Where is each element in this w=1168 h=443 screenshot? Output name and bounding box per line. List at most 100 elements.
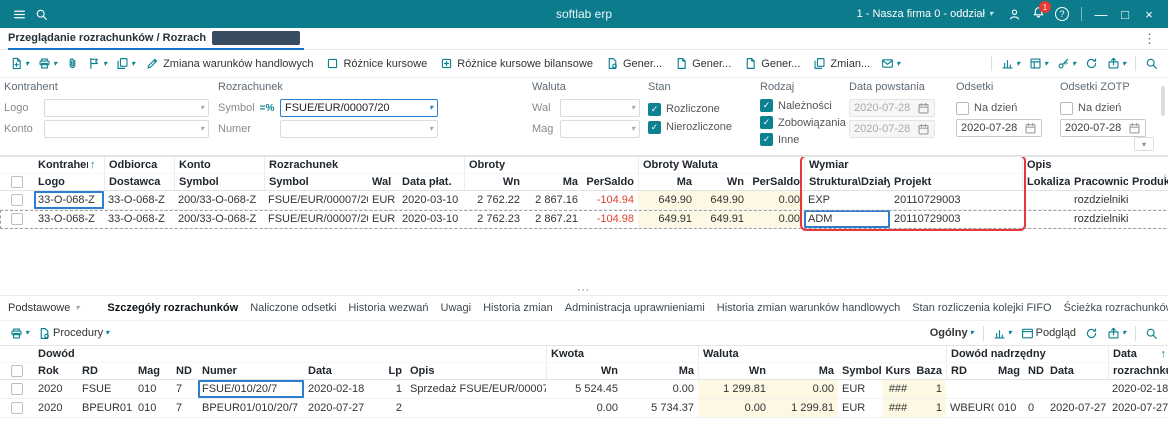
table-cell[interactable]	[946, 380, 994, 398]
column-header[interactable]: Mag	[994, 363, 1024, 379]
table-cell[interactable]: FSUE/010/20/7	[198, 380, 304, 398]
column-header[interactable]: Symbol	[174, 174, 264, 190]
table-cell[interactable]: -104.94	[582, 191, 638, 209]
table-cell[interactable]: 2020	[34, 380, 78, 398]
send-email-button[interactable]: ▾	[877, 54, 904, 73]
view-mode-selector[interactable]: Podstawowe ▾	[8, 302, 79, 314]
table-cell[interactable]: ADM	[804, 210, 890, 228]
table-cell[interactable]	[1128, 191, 1168, 209]
column-header[interactable]: Mag	[134, 363, 172, 379]
column-group[interactable]: Konto	[174, 157, 264, 173]
table-row[interactable]: 33-O-068-Z 33-O-068-Z 200/33-O-068-Z FSUE/E…	[0, 210, 1168, 229]
table-cell[interactable]: 0.00	[748, 210, 804, 228]
column-group[interactable]: Kwota	[546, 346, 698, 362]
procedures-button[interactable]: Procedury ▾	[34, 324, 113, 343]
table-cell[interactable]: 0.00	[748, 191, 804, 209]
tab-historia-zmian-warunków-handlowych[interactable]: Historia zmian warunków handlowych	[717, 302, 900, 314]
column-header[interactable]: ND	[1024, 363, 1046, 379]
export-button[interactable]: ▾	[1103, 54, 1130, 73]
tab-przegladanie-rozrachunkow[interactable]: Przeglądanie rozrachunków / Rozrach	[8, 28, 305, 50]
column-header[interactable]: Projekt	[890, 174, 1022, 190]
new-document-button[interactable]: ▾	[6, 54, 33, 73]
table-cell[interactable]: 1	[376, 380, 406, 398]
column-header[interactable]: RD	[946, 363, 994, 379]
table-cell[interactable]: 010	[994, 399, 1024, 417]
print-button[interactable]: ▾	[6, 324, 33, 343]
odsetki-date-input[interactable]: 2020-07-28	[956, 119, 1042, 137]
row-checkbox[interactable]	[11, 213, 23, 225]
table-cell[interactable]	[1046, 380, 1108, 398]
table-cell[interactable]: WBEUR0	[946, 399, 994, 417]
table-cell[interactable]: 2020-07-27	[1108, 399, 1168, 417]
table-cell[interactable]: 33-O-068-Z	[104, 191, 174, 209]
table-cell[interactable]: 2 762.22	[464, 191, 524, 209]
column-header[interactable]: Rok	[34, 363, 78, 379]
table-cell[interactable]: 2 762.23	[464, 210, 524, 228]
column-header[interactable]: Symbol	[264, 174, 368, 190]
scrollbar[interactable]	[1161, 86, 1165, 116]
column-header[interactable]: Numer	[198, 363, 304, 379]
table-cell[interactable]: 1	[914, 380, 946, 398]
column-group[interactable]: Rozrachunek	[264, 157, 464, 173]
chart-button[interactable]: ▾	[997, 54, 1024, 73]
tab-stan-rozliczenia-kolejki-fifo[interactable]: Stan rozliczenia kolejki FIFO	[912, 302, 1051, 314]
table-cell[interactable]: 20110729003	[890, 210, 1022, 228]
minimize-icon[interactable]: —	[1090, 3, 1112, 25]
table-row[interactable]: 2020 BPEUR01 010 7 BPEUR01/010/20/7 2020-07-2…	[0, 399, 1168, 418]
column-header[interactable]: Baza	[914, 363, 946, 379]
row-checkbox[interactable]	[11, 402, 23, 414]
attachments-button[interactable]	[62, 54, 83, 73]
select-all-checkbox[interactable]	[11, 176, 23, 188]
flag-button[interactable]: ▾	[84, 54, 111, 73]
naleznosci-checkbox[interactable]	[760, 99, 773, 112]
table-cell[interactable]: 2020	[34, 399, 78, 417]
scroll-left-icon[interactable]: ‹	[1163, 169, 1167, 183]
generate-button-2[interactable]: Gener...	[669, 54, 737, 73]
table-cell[interactable]: -104.98	[582, 210, 638, 228]
table-cell[interactable]: 200/33-O-068-Z	[174, 191, 264, 209]
table-cell[interactable]: 010	[134, 380, 172, 398]
column-header[interactable]: Ma	[524, 174, 582, 190]
tab-szczegóły-rozrachunków[interactable]: Szczegóły rozrachunków	[107, 302, 238, 314]
scroll-left-icon[interactable]: ‹	[1163, 364, 1167, 378]
rozliczone-checkbox[interactable]	[648, 102, 661, 116]
view-selector[interactable]: Ogólny ▾	[926, 324, 978, 342]
column-group[interactable]: Odbiorca	[104, 157, 174, 173]
table-cell[interactable]: FSUE	[78, 380, 134, 398]
generate-button-1[interactable]: Gener...	[600, 54, 668, 73]
table-cell[interactable]: EUR	[368, 191, 398, 209]
table-cell[interactable]: ###	[882, 399, 914, 417]
change-trade-terms-button[interactable]: Zmiana warunków handlowych	[140, 54, 319, 73]
table-cell[interactable]: 649.90	[696, 191, 748, 209]
table-cell[interactable]: 1	[914, 399, 946, 417]
column-header[interactable]: Symbol	[838, 363, 882, 379]
table-cell[interactable]: 649.91	[638, 210, 696, 228]
column-group[interactable]: Dowód nadrzędny	[946, 346, 1108, 362]
tab-administracja-uprawnieniami[interactable]: Administracja uprawnieniami	[565, 302, 705, 314]
table-cell[interactable]: BPEUR01/010/20/7	[198, 399, 304, 417]
collapse-filters-button[interactable]: ▾	[1134, 137, 1154, 151]
column-header[interactable]: Lp	[376, 363, 406, 379]
na-dzien-checkbox[interactable]	[956, 101, 969, 115]
table-cell[interactable]	[1024, 380, 1046, 398]
table-cell[interactable]: 2 867.21	[524, 210, 582, 228]
exchange-differences-button[interactable]: Różnice kursowe	[320, 54, 433, 73]
documents-button[interactable]: ▾	[112, 54, 139, 73]
table-cell[interactable]: FSUE/EUR/00007/20	[264, 191, 368, 209]
column-header[interactable]: PerSaldo	[748, 174, 804, 190]
notifications-button[interactable]: 1	[1027, 1, 1051, 25]
table-cell[interactable]: ###	[882, 380, 914, 398]
tab-historia-wezwań[interactable]: Historia wezwań	[348, 302, 428, 314]
maximize-icon[interactable]: □	[1114, 3, 1136, 25]
column-group[interactable]: Waluta	[698, 346, 946, 362]
column-group[interactable]: Opis	[1022, 157, 1168, 173]
table-cell[interactable]: 0	[1024, 399, 1046, 417]
column-group[interactable]: Obroty	[464, 157, 638, 173]
tab-ścieżka-rozrachunków[interactable]: Ścieżka rozrachunków	[1064, 302, 1168, 314]
wal-combobox[interactable]: ▾	[560, 99, 640, 117]
column-header[interactable]: Ma	[622, 363, 698, 379]
more-options-icon[interactable]: ⋮	[1139, 31, 1160, 47]
table-cell[interactable]: 2 867.16	[524, 191, 582, 209]
table-cell[interactable]: 0.00	[698, 399, 770, 417]
na-dzien-zotp-checkbox[interactable]	[1060, 101, 1073, 115]
